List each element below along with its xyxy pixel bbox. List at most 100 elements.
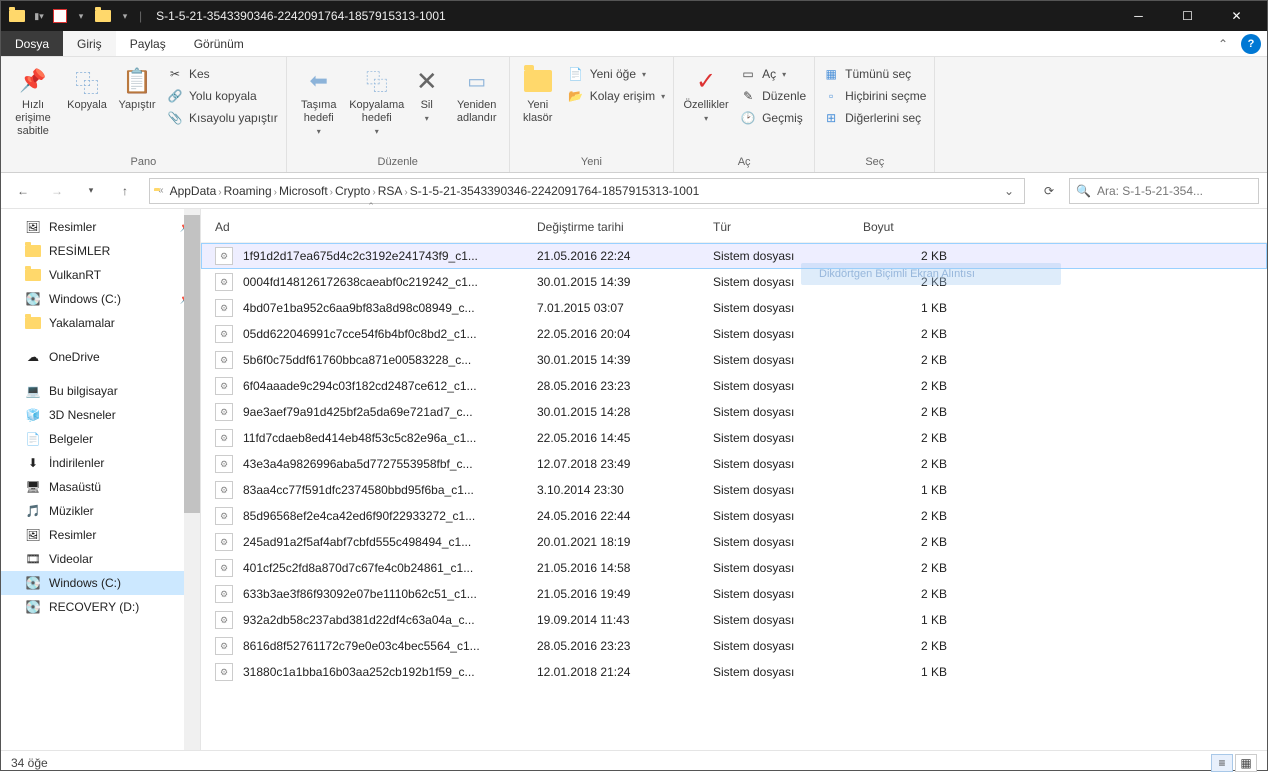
- sidebar-item[interactable]: 🖼Resimler📌: [1, 215, 200, 239]
- up-button[interactable]: ↑: [111, 177, 139, 205]
- file-row[interactable]: ⚙11fd7cdaeb8ed414eb48f53c5c82e96a_c1...2…: [201, 425, 1267, 451]
- file-date: 30.01.2015 14:39: [537, 275, 713, 289]
- pasteshortcut-button[interactable]: 📎Kısayolu yapıştır: [163, 107, 282, 129]
- sidebar-item[interactable]: RESİMLER: [1, 239, 200, 263]
- file-row[interactable]: ⚙83aa4cc77f591dfc2374580bbd95f6ba_c1...3…: [201, 477, 1267, 503]
- selectall-button[interactable]: ▦Tümünü seç: [819, 63, 930, 85]
- copy-button[interactable]: ⿻Kopyala: [63, 63, 111, 114]
- file-row[interactable]: ⚙4bd07e1ba952c6aa9bf83a8d98c08949_c...7.…: [201, 295, 1267, 321]
- pc-icon: 💻: [25, 383, 41, 399]
- file-row[interactable]: ⚙5b6f0c75ddf61760bbca871e00583228_c...30…: [201, 347, 1267, 373]
- invertselection-button[interactable]: ⊞Diğerlerini seç: [819, 107, 930, 129]
- sidebar-item[interactable]: 💽 Windows (C:): [1, 571, 200, 595]
- maximize-button[interactable]: ☐: [1165, 1, 1210, 31]
- collapse-ribbon-icon[interactable]: ⌃: [1211, 31, 1235, 56]
- moveto-button[interactable]: ⬅Taşıma hedefi▾: [291, 63, 347, 138]
- sidebar-item[interactable]: 💽RECOVERY (D:): [1, 595, 200, 619]
- qat-more-icon[interactable]: ▾: [117, 8, 133, 24]
- file-row[interactable]: ⚙43e3a4a9826996aba5d7727553958fbf_c...12…: [201, 451, 1267, 477]
- tab-view[interactable]: Görünüm: [180, 31, 258, 56]
- copypath-button[interactable]: 🔗Yolu kopyala: [163, 85, 282, 107]
- qat-arrow-icon[interactable]: ▮▾: [31, 8, 47, 24]
- sidebar-item[interactable]: 🎞Videolar: [1, 547, 200, 571]
- tab-share[interactable]: Paylaş: [116, 31, 180, 56]
- breadcrumb-item[interactable]: Roaming: [222, 184, 274, 198]
- group-label: Pano: [5, 154, 282, 170]
- file-row[interactable]: ⚙401cf25c2fd8a870d7c67fe4c0b24861_c1...2…: [201, 555, 1267, 581]
- file-row[interactable]: ⚙85d96568ef2e4ca42ed6f90f22933272_c1...2…: [201, 503, 1267, 529]
- tab-file[interactable]: Dosya: [1, 31, 63, 56]
- column-date[interactable]: Değiştirme tarihi: [537, 220, 713, 234]
- paste-button[interactable]: 📋Yapıştır: [113, 63, 161, 114]
- sidebar-item-label: Windows (C:): [49, 576, 121, 590]
- file-row[interactable]: ⚙932a2db58c237abd381d22df4c63a04a_c...19…: [201, 607, 1267, 633]
- address-dropdown[interactable]: ⌄: [998, 184, 1020, 198]
- recent-dropdown[interactable]: ▾: [77, 177, 105, 205]
- file-name: 4bd07e1ba952c6aa9bf83a8d98c08949_c...: [243, 301, 537, 315]
- sidebar-item[interactable]: 💽Windows (C:)📌: [1, 287, 200, 311]
- tab-home[interactable]: Giriş: [63, 31, 116, 56]
- history-button[interactable]: 🕑Geçmiş: [736, 107, 810, 129]
- column-type[interactable]: Tür: [713, 220, 863, 234]
- file-row[interactable]: ⚙633b3ae3f86f93092e07be1110b62c51_c1...2…: [201, 581, 1267, 607]
- scrollbar[interactable]: [184, 209, 200, 750]
- sidebar[interactable]: 🖼Resimler📌RESİMLERVulkanRT💽Windows (C:)📌…: [1, 209, 201, 750]
- refresh-button[interactable]: ⟳: [1035, 184, 1063, 198]
- file-type: Sistem dosyası: [713, 249, 863, 263]
- properties-icon[interactable]: ✓: [53, 9, 67, 23]
- properties-button[interactable]: ✓Özellikler▾: [678, 63, 734, 125]
- chevron-right-icon[interactable]: «: [158, 185, 164, 196]
- breadcrumb-item[interactable]: Microsoft: [277, 184, 330, 198]
- icons-view-button[interactable]: ▦: [1235, 754, 1257, 772]
- scrollbar-thumb[interactable]: [184, 215, 200, 513]
- minimize-button[interactable]: ─: [1116, 1, 1161, 31]
- sidebar-item[interactable]: 📄Belgeler: [1, 427, 200, 451]
- sidebar-item[interactable]: Yakalamalar: [1, 311, 200, 335]
- selectnone-button[interactable]: ▫Hiçbirini seçme: [819, 85, 930, 107]
- search-input[interactable]: 🔍 Ara: S-1-5-21-354...: [1069, 178, 1259, 204]
- sidebar-item[interactable]: 🎵Müzikler: [1, 499, 200, 523]
- copyto-button[interactable]: ⿻Kopyalama hedefi▾: [349, 63, 405, 138]
- rename-button[interactable]: ▭Yeniden adlandır: [449, 63, 505, 127]
- column-size[interactable]: Boyut: [863, 220, 947, 234]
- column-name[interactable]: Ad: [215, 220, 537, 234]
- breadcrumb-item[interactable]: S-1-5-21-3543390346-2242091764-185791531…: [408, 184, 702, 198]
- close-button[interactable]: ✕: [1214, 1, 1259, 31]
- pin-quickaccess-button[interactable]: 📌Hızlı erişime sabitle: [5, 63, 61, 140]
- file-size: 1 KB: [863, 613, 947, 627]
- back-button[interactable]: ←: [9, 177, 37, 205]
- forward-button[interactable]: →: [43, 177, 71, 205]
- file-row[interactable]: ⚙1f91d2d17ea675d4c2c3192e241743f9_c1...2…: [201, 243, 1267, 269]
- easyaccess-button[interactable]: 📂Kolay erişim ▾: [564, 85, 669, 107]
- file-size: 2 KB: [863, 509, 947, 523]
- breadcrumb[interactable]: « AppData›Roaming›Microsoft›Crypto›RSA›S…: [149, 178, 1025, 204]
- drive-icon: 💽: [25, 575, 41, 591]
- file-row[interactable]: ⚙31880c1a1bba16b03aa252cb192b1f59_c...12…: [201, 659, 1267, 685]
- newitem-button[interactable]: 📄Yeni öğe ▾: [564, 63, 669, 85]
- newfolder-button[interactable]: Yeni klasör: [514, 63, 562, 127]
- breadcrumb-item[interactable]: AppData: [168, 184, 219, 198]
- file-row[interactable]: ⚙245ad91a2f5af4abf7cbfd555c498494_c1...2…: [201, 529, 1267, 555]
- sidebar-item[interactable]: 🖥Masaüstü: [1, 475, 200, 499]
- help-icon[interactable]: ?: [1241, 34, 1261, 54]
- qat-dropdown-icon[interactable]: ▾: [73, 8, 89, 24]
- file-list[interactable]: ⚙1f91d2d17ea675d4c2c3192e241743f9_c1...2…: [201, 243, 1267, 685]
- details-view-button[interactable]: ≡: [1211, 754, 1233, 772]
- breadcrumb-item[interactable]: RSA: [376, 184, 405, 198]
- edit-button[interactable]: ✎Düzenle: [736, 85, 810, 107]
- file-row[interactable]: ⚙0004fd148126172638caeabf0c219242_c1...3…: [201, 269, 1267, 295]
- sidebar-item[interactable]: ⬇İndirilenler: [1, 451, 200, 475]
- file-row[interactable]: ⚙8616d8f52761172c79e0e03c4bec5564_c1...2…: [201, 633, 1267, 659]
- file-row[interactable]: ⚙6f04aaade9c294c03f182cd2487ce612_c1...2…: [201, 373, 1267, 399]
- cut-button[interactable]: ✂Kes: [163, 63, 282, 85]
- sidebar-item[interactable]: 💻Bu bilgisayar: [1, 379, 200, 403]
- file-row[interactable]: ⚙05dd622046991c7cce54f6b4bf0c8bd2_c1...2…: [201, 321, 1267, 347]
- open-button[interactable]: ▭Aç ▾: [736, 63, 810, 85]
- file-row[interactable]: ⚙9ae3aef79a91d425bf2a5da69e721ad7_c...30…: [201, 399, 1267, 425]
- sidebar-item[interactable]: VulkanRT: [1, 263, 200, 287]
- sidebar-item[interactable]: 🧊3D Nesneler: [1, 403, 200, 427]
- delete-button[interactable]: ✕Sil▾: [407, 63, 447, 125]
- breadcrumb-item[interactable]: Crypto: [333, 184, 372, 198]
- sidebar-item[interactable]: 🖼Resimler: [1, 523, 200, 547]
- sidebar-item[interactable]: ☁OneDrive: [1, 345, 200, 369]
